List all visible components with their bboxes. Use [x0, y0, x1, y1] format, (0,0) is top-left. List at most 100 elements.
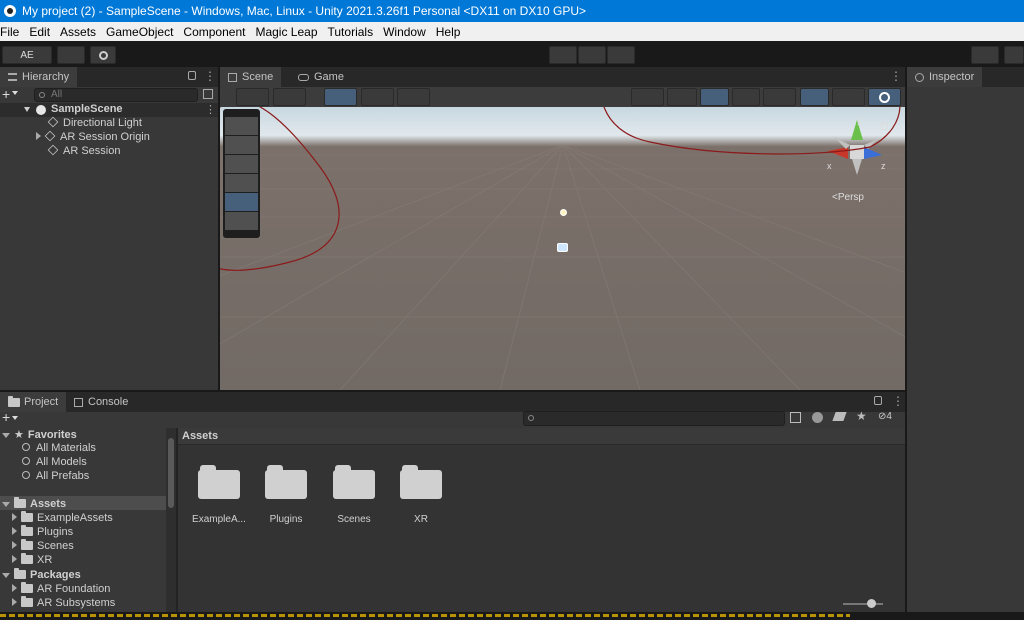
account-button[interactable]: AE — [2, 46, 52, 64]
project-toolbar: + ★ ⊘4 — [0, 409, 905, 428]
hierarchy-item-ar-session-origin[interactable]: AR Session Origin — [36, 130, 150, 143]
step-button[interactable] — [607, 46, 635, 64]
scene-more-icon[interactable]: ⋮ — [890, 69, 902, 83]
tree-item-all-models[interactable]: All Models — [22, 456, 87, 468]
menu-assets[interactable]: Assets — [56, 25, 102, 39]
menu-window[interactable]: Window — [379, 25, 432, 39]
asset-folder-scenes[interactable] — [333, 465, 375, 499]
menu-magic-leap[interactable]: Magic Leap — [251, 25, 323, 39]
search-icon — [22, 457, 30, 465]
tree-item-ar-foundation[interactable]: AR Foundation — [12, 582, 111, 595]
gizmos-toggle[interactable] — [800, 88, 829, 106]
tree-assets[interactable]: Assets — [2, 497, 66, 510]
hidden-objects-toggle[interactable] — [631, 88, 664, 106]
draw-mode-dropdown[interactable] — [236, 88, 269, 106]
2d-toggle[interactable] — [273, 88, 306, 106]
expand-icon[interactable] — [2, 502, 10, 507]
menu-tutorials[interactable]: Tutorials — [324, 25, 380, 39]
add-icon[interactable]: + — [2, 409, 10, 425]
effects-dropdown[interactable] — [397, 88, 430, 106]
scene-viewport[interactable]: y x z <Persp — [220, 107, 905, 390]
folder-icon — [14, 497, 26, 508]
favorite-star-icon[interactable]: ★ — [856, 409, 867, 423]
layers-dropdown[interactable] — [971, 46, 999, 64]
asset-folder-exampleassets[interactable] — [198, 465, 240, 499]
settings-button[interactable] — [90, 46, 116, 64]
collapse-arrow-icon[interactable] — [12, 527, 17, 535]
folder-icon — [14, 568, 26, 579]
asset-folder-xr[interactable] — [400, 465, 442, 499]
scrollbar-thumb[interactable] — [168, 438, 174, 508]
orientation-button[interactable] — [868, 88, 901, 106]
collapse-arrow-icon[interactable] — [12, 598, 17, 606]
more-menu-icon[interactable]: ⋮ — [204, 69, 216, 83]
project-search-input[interactable] — [523, 411, 785, 426]
search-icon — [528, 415, 534, 421]
window-title: My project (2) - SampleScene - Windows, … — [22, 4, 587, 18]
tab-game[interactable]: Game — [290, 67, 352, 87]
add-icon[interactable]: + — [2, 86, 10, 102]
expand-icon[interactable] — [2, 433, 10, 438]
tree-item-scenes[interactable]: Scenes — [12, 539, 74, 552]
tree-item-exampleassets[interactable]: ExampleAssets — [12, 511, 113, 524]
scene-more-icon[interactable]: ⋮ — [205, 103, 216, 116]
tree-item-plugins[interactable]: Plugins — [12, 525, 73, 538]
more-menu-icon[interactable]: ⋮ — [892, 394, 904, 408]
play-button[interactable] — [549, 46, 577, 64]
asset-label: Plugins — [269, 514, 303, 525]
collapse-arrow-icon[interactable] — [12, 541, 17, 549]
menu-edit[interactable]: Edit — [25, 25, 56, 39]
icon-size-slider[interactable] — [843, 599, 883, 608]
search-icon — [39, 92, 45, 98]
camera-settings-button[interactable] — [667, 88, 697, 106]
expand-icon[interactable] — [2, 573, 10, 578]
hidden-packages-toggle[interactable]: ⊘4 — [878, 411, 892, 422]
slider-thumb[interactable] — [867, 599, 876, 608]
tab-hierarchy[interactable]: Hierarchy — [0, 67, 78, 87]
lock-icon[interactable] — [188, 71, 196, 80]
breadcrumb-assets[interactable]: Assets — [182, 430, 218, 442]
menu-gameobject[interactable]: GameObject — [102, 25, 179, 39]
chevron-down-icon[interactable] — [12, 416, 18, 420]
snap-toggle[interactable] — [732, 88, 760, 106]
lighting-toggle[interactable] — [324, 88, 357, 106]
tab-inspector[interactable]: Inspector — [907, 67, 983, 87]
collapse-arrow-icon[interactable] — [12, 584, 17, 592]
hierarchy-item-directional-light[interactable]: Directional Light — [47, 116, 142, 129]
tree-item-xr[interactable]: XR — [12, 553, 52, 566]
menu-component[interactable]: Component — [179, 25, 251, 39]
expand-icon[interactable] — [24, 107, 30, 112]
gizmos-dropdown[interactable] — [832, 88, 865, 106]
search-by-type-icon[interactable] — [790, 412, 801, 423]
tab-console[interactable]: Console — [66, 392, 136, 412]
menu-help[interactable]: Help — [432, 25, 467, 39]
scene-row[interactable]: SampleScene ⋮ — [0, 103, 218, 117]
increment-snap-button[interactable] — [763, 88, 796, 106]
asset-folder-plugins[interactable] — [265, 465, 307, 499]
search-by-label-icon[interactable] — [812, 412, 823, 423]
audio-toggle[interactable] — [361, 88, 394, 106]
tree-scrollbar[interactable] — [166, 428, 176, 612]
layout-dropdown[interactable] — [1004, 46, 1024, 64]
grid-toggle[interactable] — [700, 88, 729, 106]
lock-icon[interactable] — [874, 396, 882, 405]
inspector-panel: Inspector — [907, 67, 1024, 612]
tree-item-all-materials[interactable]: All Materials — [22, 442, 96, 454]
cloud-button[interactable] — [57, 46, 85, 64]
pause-button[interactable] — [578, 46, 606, 64]
menu-file[interactable]: File — [0, 25, 25, 39]
hierarchy-item-ar-session[interactable]: AR Session — [47, 144, 120, 157]
scene-search-icon[interactable] — [203, 89, 213, 99]
collapse-arrow-icon[interactable] — [36, 132, 41, 140]
chevron-down-icon[interactable] — [12, 91, 18, 95]
collapse-arrow-icon[interactable] — [12, 513, 17, 521]
hierarchy-search-input[interactable]: All — [34, 88, 198, 102]
tree-item-ar-subsystems[interactable]: AR Subsystems — [12, 596, 115, 609]
tab-scene[interactable]: Scene — [220, 67, 282, 87]
item-label: AR Foundation — [37, 583, 111, 595]
collapse-arrow-icon[interactable] — [12, 555, 17, 563]
tree-packages[interactable]: Packages — [2, 568, 81, 581]
tag-icon[interactable] — [832, 412, 847, 421]
tree-favorites[interactable]: ★ Favorites — [2, 428, 77, 441]
tree-item-all-prefabs[interactable]: All Prefabs — [22, 470, 89, 482]
